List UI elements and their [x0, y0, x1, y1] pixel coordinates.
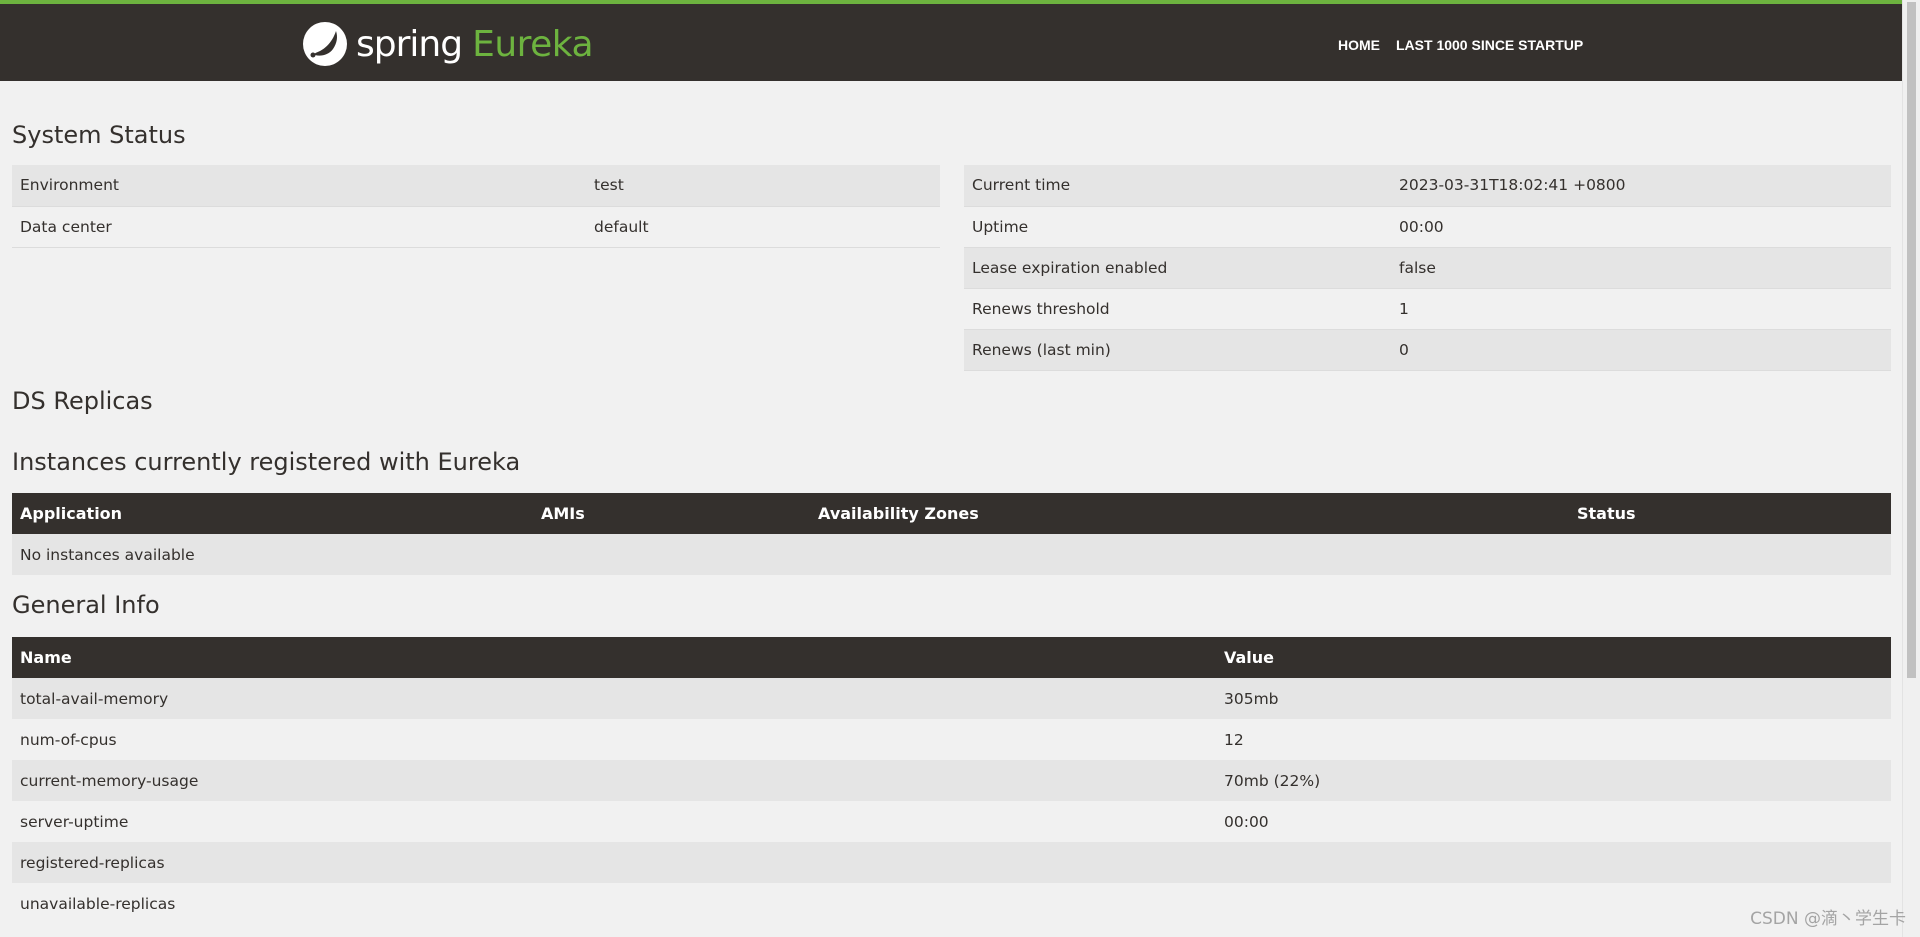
ds-replicas-heading: DS Replicas	[12, 387, 153, 415]
general-info-heading: General Info	[12, 591, 160, 619]
table-row: Environment test	[12, 165, 940, 206]
status-value: 2023-03-31T18:02:41 +0800	[1391, 165, 1891, 206]
info-name: server-uptime	[12, 801, 1216, 842]
column-header-value: Value	[1216, 637, 1891, 678]
instances-table: Application AMIs Availability Zones Stat…	[12, 493, 1891, 575]
brand-logo-link[interactable]: spring Eureka	[302, 20, 594, 68]
general-info-table: Name Value total-avail-memory 305mb num-…	[12, 637, 1891, 924]
info-name: total-avail-memory	[12, 678, 1216, 719]
system-status-left-table: Environment test Data center default	[12, 165, 940, 248]
table-row: Renews (last min) 0	[964, 329, 1891, 370]
vertical-scrollbar[interactable]	[1902, 0, 1920, 937]
brand-eureka-text: Eureka	[472, 23, 594, 65]
table-row: current-memory-usage 70mb (22%)	[12, 760, 1891, 801]
table-row: Uptime 00:00	[964, 206, 1891, 247]
status-value: 0	[1391, 329, 1891, 370]
spring-leaf-icon	[303, 22, 347, 66]
status-value: 1	[1391, 288, 1891, 329]
nav-links: HOME LAST 1000 SINCE STARTUP	[1338, 37, 1583, 53]
no-instances-message: No instances available	[12, 534, 1891, 575]
status-value: false	[1391, 247, 1891, 288]
table-row: No instances available	[12, 534, 1891, 575]
info-name: num-of-cpus	[12, 719, 1216, 760]
status-value: test	[586, 165, 940, 206]
table-row: Renews threshold 1	[964, 288, 1891, 329]
status-label: Environment	[12, 165, 586, 206]
info-name: registered-replicas	[12, 842, 1216, 883]
column-header-name: Name	[12, 637, 1216, 678]
column-header-availability-zones: Availability Zones	[810, 493, 1569, 534]
table-row: Lease expiration enabled false	[964, 247, 1891, 288]
status-label: Data center	[12, 206, 586, 247]
info-value	[1216, 842, 1891, 883]
info-name: unavailable-replicas	[12, 883, 1216, 924]
table-row: Data center default	[12, 206, 940, 247]
column-header-application: Application	[12, 493, 533, 534]
status-value: default	[586, 206, 940, 247]
info-value: 12	[1216, 719, 1891, 760]
scrollbar-thumb[interactable]	[1907, 2, 1916, 678]
status-label: Renews threshold	[964, 288, 1391, 329]
status-value: 00:00	[1391, 206, 1891, 247]
table-header-row: Name Value	[12, 637, 1891, 678]
status-label: Uptime	[964, 206, 1391, 247]
system-status-heading: System Status	[12, 121, 186, 149]
table-row: total-avail-memory 305mb	[12, 678, 1891, 719]
info-value: 305mb	[1216, 678, 1891, 719]
status-label: Lease expiration enabled	[964, 247, 1391, 288]
status-label: Current time	[964, 165, 1391, 206]
info-name: current-memory-usage	[12, 760, 1216, 801]
status-label: Renews (last min)	[964, 329, 1391, 370]
system-status-right-table: Current time 2023-03-31T18:02:41 +0800 U…	[964, 165, 1891, 371]
info-value: 70mb (22%)	[1216, 760, 1891, 801]
brand-spring-text: spring	[356, 23, 463, 65]
table-header-row: Application AMIs Availability Zones Stat…	[12, 493, 1891, 534]
column-header-amis: AMIs	[533, 493, 810, 534]
csdn-watermark: CSDN @滴丶学生卡	[1750, 909, 1906, 929]
table-row: Current time 2023-03-31T18:02:41 +0800	[964, 165, 1891, 206]
table-row: num-of-cpus 12	[12, 719, 1891, 760]
info-value: 00:00	[1216, 801, 1891, 842]
nav-home-link[interactable]: HOME	[1338, 37, 1380, 53]
column-header-status: Status	[1569, 493, 1891, 534]
navbar: spring Eureka HOME LAST 1000 SINCE START…	[0, 4, 1920, 81]
table-row: server-uptime 00:00	[12, 801, 1891, 842]
table-row: unavailable-replicas	[12, 883, 1891, 924]
table-row: registered-replicas	[12, 842, 1891, 883]
nav-last1000-link[interactable]: LAST 1000 SINCE STARTUP	[1396, 37, 1583, 53]
instances-heading: Instances currently registered with Eure…	[12, 448, 521, 476]
